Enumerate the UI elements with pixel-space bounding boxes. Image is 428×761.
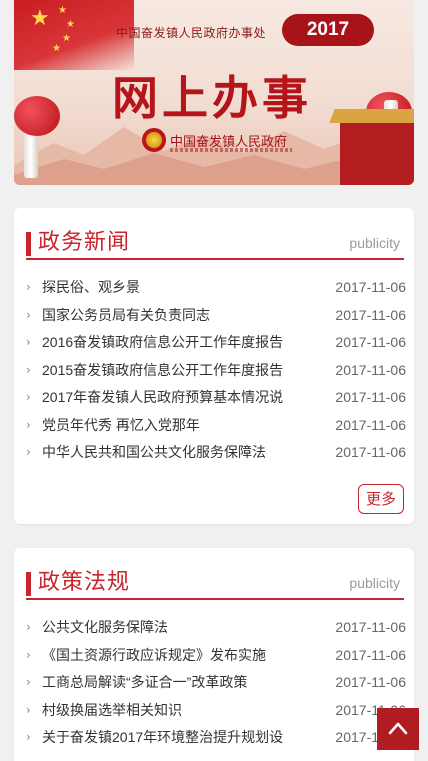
list-item-title[interactable]: 探民俗、观乡景	[42, 274, 314, 302]
news-card: 政务新闻 publicity › 探民俗、观乡景 2017-11-06 › 国家公务员局…	[14, 208, 414, 524]
list-item[interactable]: › 《国土资源行政应诉规定》发布实施 2017-11-06	[26, 642, 406, 670]
policy-list: › 公共文化服务保障法 2017-11-06 › 《国土资源行政应诉规定》发布实施 201…	[26, 614, 406, 752]
list-item-title[interactable]: 关于奋发镇2017年环境整治提升规划设	[42, 724, 314, 752]
header-accent-bar	[26, 232, 31, 256]
chevron-right-icon: ›	[26, 647, 31, 662]
list-item[interactable]: › 村级换届选举相关知识 2017-11-06	[26, 697, 406, 725]
star-icon: ★	[58, 5, 67, 16]
chevron-right-icon: ›	[26, 390, 31, 404]
list-item-date: 2017-11-06	[335, 306, 406, 323]
list-item-title[interactable]: 中华人民共和国公共文化服务保障法	[42, 439, 314, 467]
chevron-right-icon: ›	[26, 280, 31, 294]
more-button[interactable]: 更多	[358, 484, 404, 514]
chevron-right-icon: ›	[26, 702, 31, 717]
page: ★ ★ ★ ★ ★ 中国奋发镇人民政府办事处 2017 网上办事 中国奋发镇人民…	[0, 0, 428, 761]
chevron-right-icon: ›	[26, 675, 31, 689]
list-item-date: 2017-11-06	[335, 334, 406, 350]
chevron-right-icon: ›	[26, 307, 31, 322]
list-item-title[interactable]: 村级换届选举相关知识	[42, 697, 314, 725]
list-item-title[interactable]: 2015奋发镇政府信息公开工作年度报告	[42, 357, 314, 385]
chevron-right-icon: ›	[26, 620, 31, 634]
national-emblem-icon	[142, 128, 166, 152]
list-item-title[interactable]: 《国土资源行政应诉规定》发布实施	[42, 642, 314, 670]
policy-card-subtitle: publicity	[349, 575, 400, 591]
list-item-date: 2017-11-06	[335, 646, 406, 663]
list-item-title[interactable]: 党员年代秀 再忆入党那年	[42, 412, 314, 440]
chevron-right-icon: ›	[26, 335, 31, 349]
office-label: 中国奋发镇人民政府办事处	[116, 26, 267, 40]
list-item[interactable]: › 工商总局解读“多证合一”改革政策 2017-11-06	[26, 669, 406, 697]
chevron-right-icon: ›	[26, 417, 31, 432]
list-item-date: 2017-11-06	[335, 279, 406, 295]
header-accent-bar	[26, 572, 31, 596]
list-item-date: 2017-11-06	[335, 674, 406, 690]
list-item[interactable]: › 国家公务员局有关负责同志 2017-11-06	[26, 302, 406, 330]
star-icon: ★	[66, 19, 75, 30]
news-list: › 探民俗、观乡景 2017-11-06 › 国家公务员局有关负责同志 2017-11-0…	[26, 274, 406, 467]
list-item-title[interactable]: 2017年奋发镇人民政府预算基本情况说	[42, 384, 314, 412]
news-card-title: 政务新闻	[38, 229, 131, 254]
chevron-right-icon: ›	[26, 445, 31, 459]
list-item-title[interactable]: 国家公务员局有关负责同志	[42, 302, 314, 330]
star-icon: ★	[62, 33, 71, 44]
list-item[interactable]: › 关于奋发镇2017年环境整治提升规划设 2017-11-06	[26, 724, 406, 752]
list-item-date: 2017-11-06	[335, 444, 406, 460]
list-item-date: 2017-11-06	[335, 619, 406, 635]
list-item[interactable]: › 探民俗、观乡景 2017-11-06	[26, 274, 406, 302]
list-item[interactable]: › 2017年奋发镇人民政府预算基本情况说 2017-11-06	[26, 384, 406, 412]
list-item[interactable]: › 党员年代秀 再忆入党那年 2017-11-06	[26, 412, 406, 440]
lantern-left	[14, 96, 60, 136]
list-item[interactable]: › 2016奋发镇政府信息公开工作年度报告 2017-11-06	[26, 329, 406, 357]
list-item-date: 2017-11-06	[335, 389, 406, 405]
banner-title: 网上办事	[112, 71, 312, 125]
back-to-top-button[interactable]	[377, 708, 419, 750]
star-icon: ★	[30, 6, 50, 31]
list-item-title[interactable]: 2016奋发镇政府信息公开工作年度报告	[42, 329, 314, 357]
list-item-title[interactable]: 公共文化服务保障法	[42, 614, 314, 642]
news-card-header: 政务新闻 publicity	[26, 228, 404, 260]
list-item[interactable]: › 2015奋发镇政府信息公开工作年度报告 2017-11-06	[26, 357, 406, 385]
list-item[interactable]: › 中华人民共和国公共文化服务保障法 2017-11-06	[26, 439, 406, 467]
list-item[interactable]: › 公共文化服务保障法 2017-11-06	[26, 614, 406, 642]
chevron-right-icon: ›	[26, 730, 31, 744]
chevron-up-icon	[388, 722, 408, 735]
gov-name-underline	[170, 148, 292, 152]
policy-card-title: 政策法规	[38, 569, 131, 594]
tiananmen-building	[340, 121, 414, 185]
chevron-right-icon: ›	[26, 362, 31, 377]
news-card-subtitle: publicity	[349, 235, 400, 251]
policy-card: 政策法规 publicity › 公共文化服务保障法 2017-11-06 › 《国土资…	[14, 548, 414, 761]
list-item-date: 2017-11-06	[335, 361, 406, 378]
list-item-date: 2017-11-06	[335, 416, 406, 433]
star-icon: ★	[52, 43, 61, 54]
list-item-title[interactable]: 工商总局解读“多证合一”改革政策	[42, 669, 314, 697]
hero-banner[interactable]: ★ ★ ★ ★ ★ 中国奋发镇人民政府办事处 2017 网上办事 中国奋发镇人民…	[14, 0, 414, 185]
policy-card-header: 政策法规 publicity	[26, 568, 404, 600]
year-badge: 2017	[282, 14, 374, 46]
